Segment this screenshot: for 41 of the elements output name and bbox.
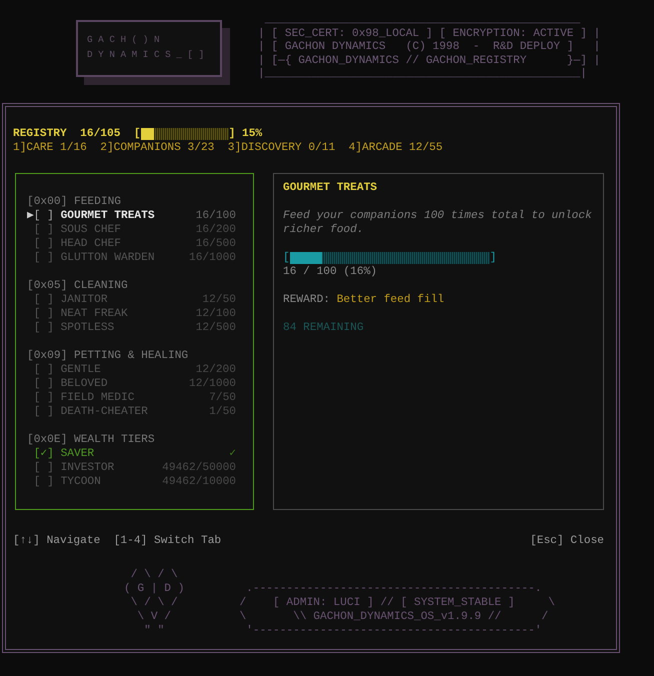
achievement-row[interactable]: [ ] BELOVED 12/1000: [27, 377, 236, 391]
section-header: [0x00] FEEDING: [27, 195, 122, 209]
achievement-row[interactable]: ▶[ ] GOURMET TREATS 16/100: [27, 209, 236, 223]
bracket: ]: [490, 251, 496, 265]
progress-reading: 16 / 100 (16%): [283, 265, 378, 279]
reward-label: REWARD:: [283, 294, 330, 306]
remaining-count: 84 REMAINING: [283, 321, 365, 335]
category-tab[interactable]: 4]ARCADE 12/55: [348, 141, 443, 155]
achievement-row[interactable]: [ ] SOUS CHEF 16/200: [27, 223, 236, 237]
bracket: [: [283, 251, 290, 265]
achievement-row[interactable]: [ ] TYCOON 49462/10000: [27, 475, 236, 489]
ascii-header-text: _______________________________________________ | [ SEC_CERT: 0x98_LOCAL ] [ ENCRYPTION: ACTIVE ] | | [ GACHON DYNAMICS (C) 1998 - R&D DEPLOY ] | | [—{ GACHON_DYNAMICS // GACHON_REGISTRY }—] | |_______________________________________________|: [258, 14, 600, 82]
category-tab[interactable]: 1]CARE 1/16: [13, 141, 87, 155]
bracket: ]: [228, 127, 236, 141]
achievement-row[interactable]: [ ] JANITOR 12/50: [27, 293, 236, 307]
close-hint: [Esc] Close: [530, 534, 604, 548]
logo-text: G A C H ( ) N D Y N A M I C S _ [ ]: [87, 33, 206, 62]
achievement-row[interactable]: [ ] FIELD MEDIC 7/50: [27, 391, 236, 405]
achievement-row[interactable]: [ ] NEAT FREAK 12/100: [27, 307, 236, 321]
registry-percent: 15%: [242, 127, 262, 141]
bracket: [: [134, 127, 141, 141]
key-hints: [↑↓] Navigate [1-4] Switch Tab: [13, 534, 222, 548]
registry-count: 16/105: [80, 127, 120, 141]
section-header: [0x09] PETTING & HEALING: [27, 349, 190, 363]
category-tab[interactable]: 3]DISCOVERY 0/11: [228, 141, 336, 155]
achievement-row[interactable]: [✓] SAVER ✓: [27, 447, 236, 461]
ascii-status-text: .------------------------------------------. / [ ADMIN: LUCI ] // [ SYSTEM_STABLE ] \ \ \\ GACHON_DYNAMICS_OS_v1.9.9 // / '------------------------------------------': [239, 582, 555, 638]
registry-title: REGISTRY: [13, 127, 67, 141]
reward-value: Better feed fill: [336, 294, 444, 306]
detail-description: Feed your companions 100 times total to unlock richer food.: [283, 209, 593, 237]
achievement-row[interactable]: [ ] GLUTTON WARDEN 16/1000: [27, 251, 236, 265]
achievement-row[interactable]: [ ] GENTLE 12/200: [27, 363, 236, 377]
detail-title: GOURMET TREATS: [283, 181, 378, 195]
section-header: [0x05] CLEANING: [27, 279, 129, 293]
achievement-row[interactable]: [ ] HEAD CHEF 16/500: [27, 237, 236, 251]
ascii-emblem: / \ / \ ( G | D ) \ / \ / \ V / " ": [124, 568, 184, 638]
section-header: [0x0E] WEALTH TIERS: [27, 433, 156, 447]
category-tab[interactable]: 2]COMPANIONS 3/23: [100, 141, 214, 155]
achievement-row[interactable]: [ ] INVESTOR 49462/50000: [27, 461, 236, 475]
achievement-row[interactable]: [ ] SPOTLESS 12/500: [27, 321, 236, 335]
achievement-row[interactable]: [ ] DEATH-CHEATER 1/50: [27, 405, 236, 419]
